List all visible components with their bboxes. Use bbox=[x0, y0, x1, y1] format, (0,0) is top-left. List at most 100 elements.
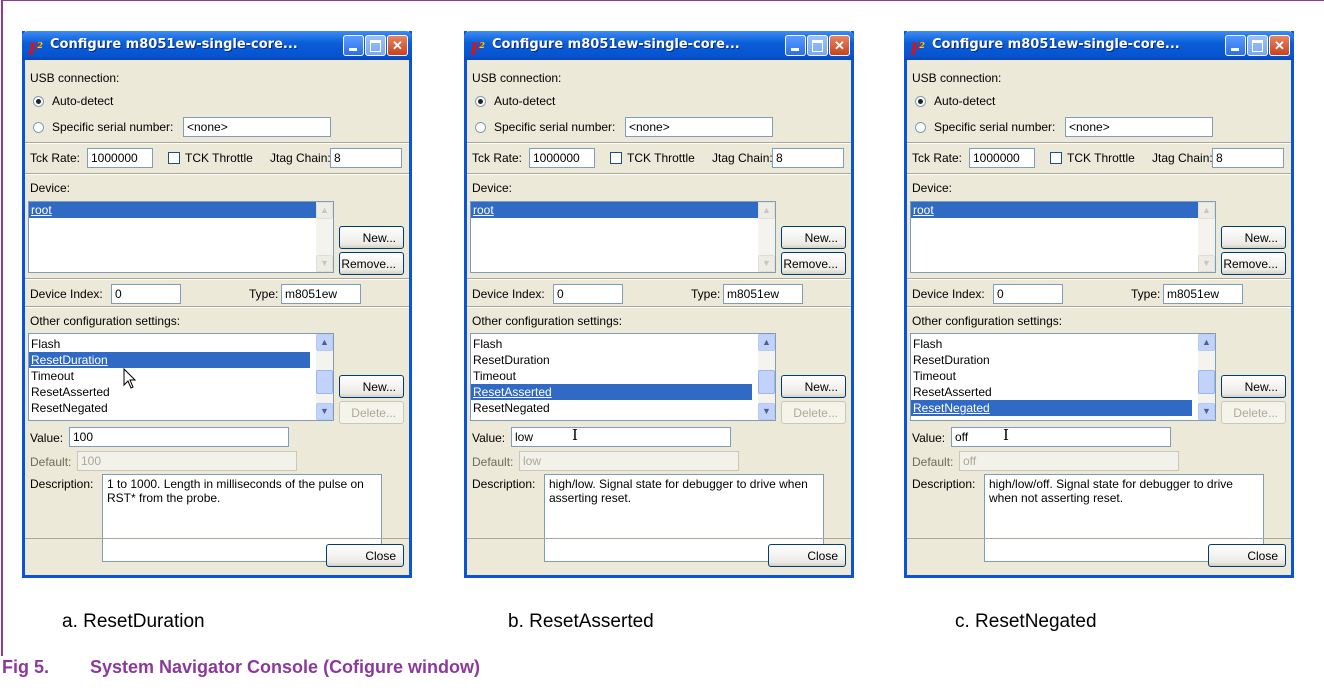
setting-item[interactable]: Timeout bbox=[471, 368, 752, 384]
close-window-button[interactable]: ✕ bbox=[829, 35, 850, 56]
delete-setting-button[interactable]: Delete... bbox=[339, 401, 404, 424]
jtag-chain-input[interactable]: 8 bbox=[772, 148, 844, 168]
auto-detect-label[interactable]: Auto-detect bbox=[494, 94, 555, 108]
setting-item[interactable]: Timeout bbox=[911, 368, 1192, 384]
scroll-up-icon[interactable]: ▲ bbox=[316, 334, 333, 351]
device-item-root[interactable]: root bbox=[911, 202, 1198, 218]
remove-device-button[interactable]: Remove... bbox=[1221, 252, 1286, 275]
serial-number-input[interactable]: <none> bbox=[1065, 117, 1213, 137]
scroll-down-icon[interactable]: ▼ bbox=[316, 403, 333, 420]
device-list-scrollbar[interactable]: ▲ ▼ bbox=[758, 202, 775, 272]
tck-throttle-label[interactable]: TCK Throttle bbox=[1067, 151, 1135, 165]
scroll-up-icon[interactable]: ▲ bbox=[758, 334, 775, 351]
serial-number-input[interactable]: <none> bbox=[625, 117, 773, 137]
scroll-up-icon[interactable]: ▲ bbox=[316, 202, 333, 219]
settings-list[interactable]: Flash ResetDuration Timeout ResetAsserted Re… bbox=[470, 333, 776, 421]
tck-rate-input[interactable]: 1000000 bbox=[529, 148, 595, 168]
settings-list[interactable]: Flash ResetDuration Timeout ResetAsserted Re… bbox=[910, 333, 1216, 421]
title-bar[interactable]: F2 Configure m8051ew-single-core... ✕ bbox=[464, 31, 854, 60]
title-bar[interactable]: F2 Configure m8051ew-single-core... ✕ bbox=[22, 31, 412, 60]
scroll-up-icon[interactable]: ▲ bbox=[1198, 334, 1215, 351]
delete-setting-button[interactable]: Delete... bbox=[781, 401, 846, 424]
scroll-down-icon[interactable]: ▼ bbox=[758, 255, 775, 272]
serial-number-input[interactable]: <none> bbox=[183, 117, 331, 137]
setting-item[interactable]: ResetNegated bbox=[471, 400, 752, 416]
settings-list[interactable]: Flash ResetDuration Timeout ResetAsserted Re… bbox=[28, 333, 334, 421]
minimize-button[interactable] bbox=[343, 35, 364, 56]
remove-device-button[interactable]: Remove... bbox=[781, 252, 846, 275]
scroll-down-icon[interactable]: ▼ bbox=[1198, 255, 1215, 272]
specific-serial-radio[interactable] bbox=[475, 122, 486, 133]
auto-detect-label[interactable]: Auto-detect bbox=[52, 94, 113, 108]
device-item-root[interactable]: root bbox=[471, 202, 758, 218]
minimize-button[interactable] bbox=[1225, 35, 1246, 56]
tck-rate-input[interactable]: 1000000 bbox=[969, 148, 1035, 168]
new-setting-button[interactable]: New... bbox=[339, 375, 404, 398]
jtag-chain-input[interactable]: 8 bbox=[330, 148, 402, 168]
setting-item[interactable]: Flash bbox=[911, 336, 1192, 352]
device-list-scrollbar[interactable]: ▲ ▼ bbox=[1198, 202, 1215, 272]
tck-rate-input[interactable]: 1000000 bbox=[87, 148, 153, 168]
scroll-thumb[interactable] bbox=[758, 370, 775, 394]
jtag-chain-input[interactable]: 8 bbox=[1212, 148, 1284, 168]
title-bar[interactable]: F2 Configure m8051ew-single-core... ✕ bbox=[904, 31, 1294, 60]
settings-list-scrollbar[interactable]: ▲ ▼ bbox=[1198, 334, 1215, 420]
maximize-button[interactable] bbox=[365, 35, 386, 56]
setting-item[interactable]: Timeout bbox=[29, 368, 310, 384]
maximize-button[interactable] bbox=[807, 35, 828, 56]
setting-item[interactable]: Flash bbox=[471, 336, 752, 352]
tck-throttle-checkbox[interactable] bbox=[1050, 152, 1062, 164]
settings-list-scrollbar[interactable]: ▲ ▼ bbox=[758, 334, 775, 420]
setting-item[interactable]: Flash bbox=[29, 336, 310, 352]
specific-serial-label[interactable]: Specific serial number: bbox=[52, 120, 173, 134]
type-input[interactable]: m8051ew bbox=[723, 284, 803, 304]
minimize-button[interactable] bbox=[785, 35, 806, 56]
remove-device-button[interactable]: Remove... bbox=[339, 252, 404, 275]
specific-serial-radio[interactable] bbox=[915, 122, 926, 133]
device-index-input[interactable]: 0 bbox=[993, 284, 1063, 304]
device-item-root[interactable]: root bbox=[29, 202, 316, 218]
specific-serial-label[interactable]: Specific serial number: bbox=[494, 120, 615, 134]
value-input[interactable]: off bbox=[951, 427, 1171, 447]
auto-detect-radio[interactable] bbox=[475, 96, 486, 107]
setting-item[interactable]: ResetDuration bbox=[911, 352, 1192, 368]
new-device-button[interactable]: New... bbox=[1221, 226, 1286, 249]
auto-detect-label[interactable]: Auto-detect bbox=[934, 94, 995, 108]
new-device-button[interactable]: New... bbox=[781, 226, 846, 249]
tck-throttle-label[interactable]: TCK Throttle bbox=[627, 151, 695, 165]
settings-list-scrollbar[interactable]: ▲ ▼ bbox=[316, 334, 333, 420]
device-index-input[interactable]: 0 bbox=[111, 284, 181, 304]
setting-item[interactable]: ResetDuration bbox=[471, 352, 752, 368]
value-input[interactable]: 100 bbox=[69, 427, 289, 447]
close-button[interactable]: Close bbox=[326, 544, 404, 567]
setting-item[interactable]: ResetNegated bbox=[911, 400, 1192, 416]
scroll-thumb[interactable] bbox=[316, 370, 333, 394]
new-setting-button[interactable]: New... bbox=[781, 375, 846, 398]
device-list[interactable]: root ▲ ▼ bbox=[28, 201, 334, 273]
setting-item[interactable]: ResetAsserted bbox=[29, 384, 310, 400]
scroll-down-icon[interactable]: ▼ bbox=[758, 403, 775, 420]
device-list-scrollbar[interactable]: ▲ ▼ bbox=[316, 202, 333, 272]
auto-detect-radio[interactable] bbox=[33, 96, 44, 107]
tck-throttle-checkbox[interactable] bbox=[168, 152, 180, 164]
close-window-button[interactable]: ✕ bbox=[387, 35, 408, 56]
new-setting-button[interactable]: New... bbox=[1221, 375, 1286, 398]
device-list[interactable]: root ▲ ▼ bbox=[910, 201, 1216, 273]
scroll-up-icon[interactable]: ▲ bbox=[1198, 202, 1215, 219]
type-input[interactable]: m8051ew bbox=[1163, 284, 1243, 304]
maximize-button[interactable] bbox=[1247, 35, 1268, 56]
setting-item[interactable]: ResetAsserted bbox=[471, 384, 752, 400]
scroll-down-icon[interactable]: ▼ bbox=[316, 255, 333, 272]
close-window-button[interactable]: ✕ bbox=[1269, 35, 1290, 56]
specific-serial-label[interactable]: Specific serial number: bbox=[934, 120, 1055, 134]
specific-serial-radio[interactable] bbox=[33, 122, 44, 133]
auto-detect-radio[interactable] bbox=[915, 96, 926, 107]
value-input[interactable]: low bbox=[511, 427, 731, 447]
setting-item[interactable]: ResetNegated bbox=[29, 400, 310, 416]
tck-throttle-label[interactable]: TCK Throttle bbox=[185, 151, 253, 165]
setting-item[interactable]: ResetAsserted bbox=[911, 384, 1192, 400]
scroll-up-icon[interactable]: ▲ bbox=[758, 202, 775, 219]
close-button[interactable]: Close bbox=[768, 544, 846, 567]
device-index-input[interactable]: 0 bbox=[553, 284, 623, 304]
type-input[interactable]: m8051ew bbox=[281, 284, 361, 304]
